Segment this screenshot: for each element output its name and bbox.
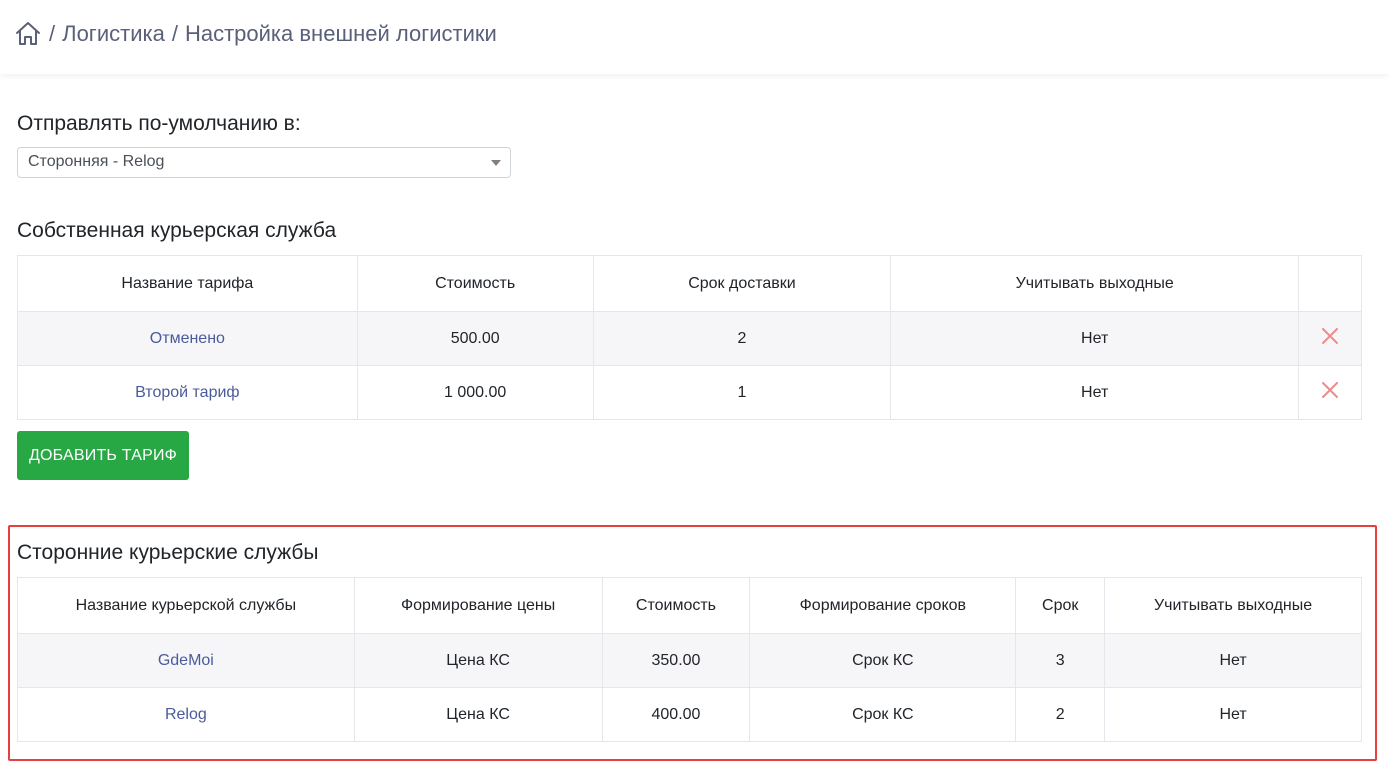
tariff-cost: 1 000.00 — [356, 365, 594, 420]
breadcrumb-current: Настройка внешней логистики — [184, 21, 497, 46]
tariff-term: 1 — [592, 365, 892, 420]
table-header-row: Название тарифа Стоимость Срок доставки … — [17, 255, 1362, 312]
column-header: Название тарифа — [17, 255, 358, 312]
table-row: GdeMoi Цена КС 350.00 Срок КС 3 Нет — [17, 633, 1362, 688]
close-icon[interactable] — [1322, 328, 1338, 344]
column-header: Название курьерской службы — [17, 577, 355, 634]
own-service-title: Собственная курьерская служба — [17, 219, 337, 242]
own-service-table: Название тарифа Стоимость Срок доставки … — [17, 255, 1362, 420]
column-header: Формирование сроков — [749, 577, 1017, 634]
service-cost: 350.00 — [601, 633, 751, 688]
column-header: Срок доставки — [592, 255, 892, 312]
price-mode: Цена КС — [353, 633, 603, 688]
close-icon[interactable] — [1322, 382, 1338, 398]
top-bar: / Логистика / Настройка внешней логистик… — [0, 0, 1389, 74]
home-icon[interactable] — [14, 20, 42, 48]
column-header: Стоимость — [601, 577, 751, 634]
third-party-title: Сторонние курьерские службы — [17, 541, 319, 564]
third-party-table: Название курьерской службы Формирование … — [17, 577, 1362, 742]
tariff-cost: 500.00 — [356, 311, 594, 366]
tariff-weekends: Нет — [890, 311, 1300, 366]
table-row: Второй тариф 1 000.00 1 Нет — [17, 365, 1362, 420]
chevron-down-icon — [491, 160, 501, 166]
table-row: Relog Цена КС 400.00 Срок КС 2 Нет — [17, 687, 1362, 742]
term-mode: Срок КС — [749, 687, 1017, 742]
price-mode: Цена КС — [353, 687, 603, 742]
breadcrumb-separator: / — [49, 21, 56, 46]
breadcrumb: / Логистика / Настройка внешней логистик… — [14, 20, 497, 48]
default-send-value: Сторонняя - Relog — [28, 153, 165, 170]
breadcrumb-logistics[interactable]: Логистика — [62, 21, 165, 47]
term-mode: Срок КС — [749, 633, 1017, 688]
service-cost: 400.00 — [601, 687, 751, 742]
column-header: Учитывать выходные — [890, 255, 1300, 312]
column-header — [1298, 255, 1362, 312]
service-name-link[interactable]: GdeMoi — [158, 652, 214, 669]
add-tariff-button[interactable]: Добавить тариф — [17, 431, 189, 480]
tariff-weekends: Нет — [890, 365, 1300, 420]
tariff-name-link[interactable]: Отменено — [150, 330, 225, 347]
table-header-row: Название курьерской службы Формирование … — [17, 577, 1362, 634]
column-header: Формирование цены — [353, 577, 603, 634]
column-header: Учитывать выходные — [1104, 577, 1362, 634]
column-header: Стоимость — [356, 255, 594, 312]
tariff-term: 2 — [592, 311, 892, 366]
service-name-link[interactable]: Relog — [165, 706, 207, 723]
table-row: Отменено 500.00 2 Нет — [17, 311, 1362, 366]
breadcrumb-separator: / — [171, 21, 178, 46]
service-weekends: Нет — [1104, 687, 1362, 742]
default-send-label: Отправлять по-умолчанию в: — [17, 112, 301, 135]
default-send-select[interactable]: Сторонняя - Relog — [17, 147, 511, 178]
tariff-name-link[interactable]: Второй тариф — [135, 384, 239, 401]
service-term: 3 — [1015, 633, 1106, 688]
column-header: Срок — [1015, 577, 1106, 634]
service-term: 2 — [1015, 687, 1106, 742]
service-weekends: Нет — [1104, 633, 1362, 688]
